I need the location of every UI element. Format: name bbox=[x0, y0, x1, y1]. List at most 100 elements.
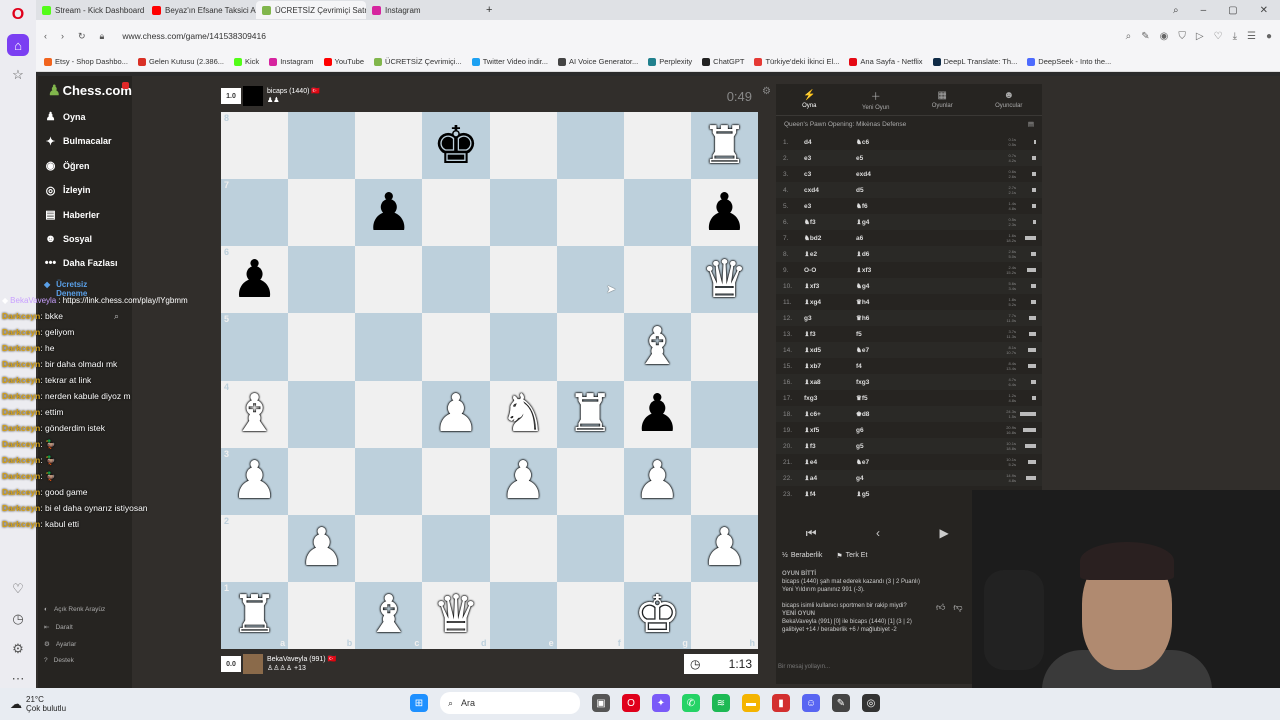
chess-logo[interactable]: ♟ Chess.com bbox=[48, 82, 132, 99]
square-a1[interactable]: ♜ 1 a bbox=[221, 581, 289, 649]
tab-2[interactable]: ▦ Oyunlar bbox=[909, 84, 976, 115]
task-view-icon[interactable]: ▣ bbox=[592, 694, 610, 712]
file-explorer-icon[interactable]: ▬ bbox=[742, 694, 760, 712]
black-move[interactable]: ♞e7 bbox=[856, 346, 936, 354]
black-move[interactable]: ♛h6 bbox=[856, 314, 936, 322]
opening-name[interactable]: Queen's Pawn Opening: Mikėnas Defense bbox=[784, 121, 906, 128]
app-red-icon[interactable]: ▮ bbox=[772, 694, 790, 712]
camera-icon[interactable]: ◉ bbox=[1160, 31, 1169, 42]
white-move[interactable]: ♝xf5 bbox=[804, 426, 856, 434]
minimize-icon[interactable]: – bbox=[1201, 5, 1207, 16]
close-icon[interactable]: ✕ bbox=[1260, 5, 1268, 16]
square-b3[interactable] bbox=[288, 447, 356, 515]
square-g8[interactable] bbox=[623, 112, 691, 180]
white-pawn-icon[interactable]: ♟ bbox=[500, 455, 547, 507]
sidebar-item-0[interactable]: ♟ Oyna bbox=[44, 110, 86, 123]
black-move[interactable]: ♝xf3 bbox=[856, 266, 936, 274]
bookmark-item[interactable]: DeepL Translate: Th... bbox=[932, 57, 1017, 66]
more-icon[interactable]: ⋯ bbox=[7, 668, 29, 690]
square-h3[interactable] bbox=[690, 447, 758, 515]
black-move[interactable]: ♞e7 bbox=[856, 458, 936, 466]
sidebar-item-4[interactable]: ▤ Haberler bbox=[44, 208, 99, 221]
black-king-icon[interactable]: ♚ bbox=[433, 120, 480, 172]
bookmark-item[interactable]: Türkiye'deki İkinci El... bbox=[754, 57, 839, 66]
square-c8[interactable] bbox=[355, 112, 423, 180]
black-move[interactable]: g5 bbox=[856, 443, 936, 450]
square-b8[interactable] bbox=[288, 112, 356, 180]
white-move[interactable]: cxd4 bbox=[804, 187, 856, 194]
new-tab-button[interactable]: + bbox=[476, 4, 502, 16]
tab-3[interactable]: ☻ Oyuncular bbox=[976, 84, 1043, 115]
square-d8[interactable]: ♚ bbox=[422, 112, 490, 180]
square-f7[interactable] bbox=[556, 179, 624, 247]
black-move[interactable]: e5 bbox=[856, 155, 936, 162]
first-move-icon[interactable]: ⏮ bbox=[806, 526, 817, 541]
sidebar-item-2[interactable]: ◉ Öğren bbox=[44, 159, 90, 172]
square-d4[interactable]: ♟ bbox=[422, 380, 490, 448]
square-a8[interactable]: 8 bbox=[221, 112, 289, 180]
black-move[interactable]: g4 bbox=[856, 475, 936, 482]
square-g1[interactable]: ♚ g bbox=[623, 581, 691, 649]
square-a2[interactable]: 2 bbox=[221, 514, 289, 582]
bookmark-item[interactable]: Twitter Video indir... bbox=[471, 57, 548, 66]
black-move[interactable]: ♛h4 bbox=[856, 298, 936, 306]
sidebar-item-3[interactable]: ◎ İzleyin bbox=[44, 184, 91, 197]
heart-icon[interactable]: ♡ bbox=[7, 578, 29, 600]
square-e1[interactable]: e bbox=[489, 581, 557, 649]
white-move[interactable]: ♝xf3 bbox=[804, 282, 856, 290]
player-name[interactable]: bicaps (1440) bbox=[267, 88, 309, 95]
white-queen-icon[interactable]: ♛ bbox=[433, 589, 480, 641]
square-h1[interactable]: h bbox=[690, 581, 758, 649]
sidebar-bottom-item[interactable]: ◐ Açık Renk Arayüz bbox=[44, 606, 105, 613]
action-0[interactable]: ½ Beraberlik bbox=[782, 552, 822, 560]
bookmark-item[interactable]: Kick bbox=[234, 57, 259, 66]
edit-icon[interactable]: ✎ bbox=[1141, 31, 1149, 42]
square-e7[interactable] bbox=[489, 179, 557, 247]
white-pawn-icon[interactable]: ♟ bbox=[701, 522, 748, 574]
square-c1[interactable]: ♝ c bbox=[355, 581, 423, 649]
square-h6[interactable]: ♛ bbox=[690, 246, 758, 314]
white-move[interactable]: e3 bbox=[804, 155, 856, 162]
black-pawn-icon[interactable]: ♟ bbox=[701, 187, 748, 239]
taskbar-search[interactable]: ⌕ Ara bbox=[440, 692, 580, 714]
white-bishop-icon[interactable]: ♝ bbox=[231, 388, 278, 440]
black-move[interactable]: g6 bbox=[856, 427, 936, 434]
white-pawn-icon[interactable]: ♟ bbox=[298, 522, 345, 574]
white-move[interactable]: d4 bbox=[804, 139, 856, 146]
action-1[interactable]: ⚑ Terk Et bbox=[836, 552, 867, 560]
square-c5[interactable] bbox=[355, 313, 423, 381]
bookmark-item[interactable]: DeepSeek - Into the... bbox=[1027, 57, 1111, 66]
profile-icon[interactable]: ● bbox=[1266, 31, 1272, 42]
sidebar-bottom-item[interactable]: ? Destek bbox=[44, 657, 74, 664]
square-g4[interactable]: ♟ bbox=[623, 380, 691, 448]
forward-icon[interactable]: › bbox=[61, 31, 64, 41]
sidebar-bottom-item[interactable]: ⚙ Ayarlar bbox=[44, 640, 76, 649]
thumbs-up-icon[interactable]: 👍︎ bbox=[936, 602, 945, 613]
square-a4[interactable]: ♝ 4 bbox=[221, 380, 289, 448]
discord-icon[interactable]: ☺ bbox=[802, 694, 820, 712]
tab-0[interactable]: ⚡ Oyna bbox=[776, 84, 843, 115]
white-rook-icon[interactable]: ♜ bbox=[567, 388, 614, 440]
white-queen-icon[interactable]: ♛ bbox=[701, 254, 748, 306]
black-move[interactable]: a6 bbox=[856, 235, 936, 242]
white-move[interactable]: ♝f3 bbox=[804, 330, 856, 338]
black-move[interactable]: ♝g4 bbox=[856, 218, 936, 226]
zoom-icon[interactable]: ⌕ bbox=[1126, 31, 1132, 42]
square-c2[interactable] bbox=[355, 514, 423, 582]
black-move[interactable]: ♞c6 bbox=[856, 138, 936, 146]
sidebar-item-5[interactable]: ☻ Sosyal bbox=[44, 233, 92, 245]
white-move[interactable]: ♞f3 bbox=[804, 218, 856, 226]
black-pawn-icon[interactable]: ♟ bbox=[634, 388, 681, 440]
square-f6[interactable] bbox=[556, 246, 624, 314]
square-c6[interactable] bbox=[355, 246, 423, 314]
bookmark-item[interactable]: Etsy - Shop Dashbo... bbox=[44, 57, 128, 66]
bookmark-item[interactable]: ChatGPT bbox=[702, 57, 744, 66]
black-move[interactable]: exd4 bbox=[856, 171, 936, 178]
chess-board[interactable]: 8 ♚ ♜ 7 ♟ ♟ ♟ 6 ♛ 5 ♝ ♝ 4 ♟ ♞ ♜ ♟ ♟ 3 ♟ ♟ 2 ♟ ♟ ♜ 1 a b ♝ c ♛ d e f ♚ g h bbox=[221, 112, 758, 649]
square-e3[interactable]: ♟ bbox=[489, 447, 557, 515]
square-b5[interactable] bbox=[288, 313, 356, 381]
white-move[interactable]: ♝e4 bbox=[804, 458, 856, 466]
square-d2[interactable] bbox=[422, 514, 490, 582]
square-d1[interactable]: ♛ d bbox=[422, 581, 490, 649]
white-knight-icon[interactable]: ♞ bbox=[500, 388, 547, 440]
